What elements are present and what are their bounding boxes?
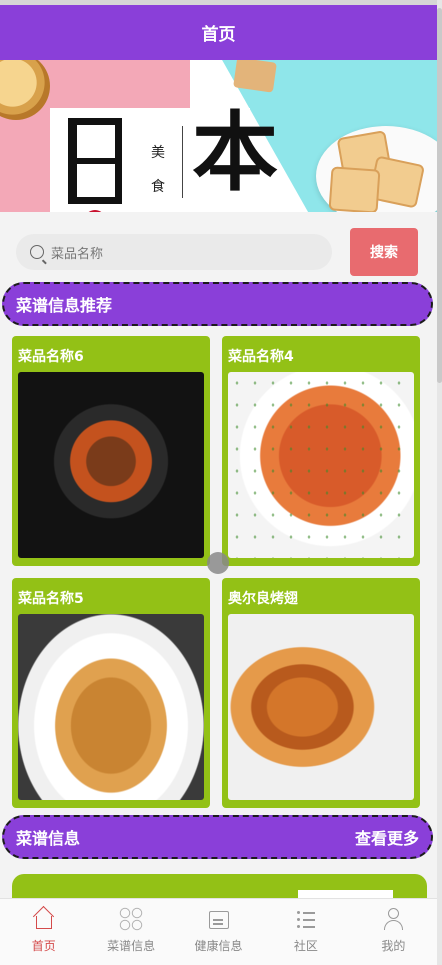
calendar-icon [207,907,231,931]
recipe-image [228,372,414,558]
touch-indicator [207,552,229,574]
section-header-recommend: 菜谱信息推荐 [2,282,433,326]
search-button[interactable]: 搜索 [350,228,418,276]
search-icon [30,245,44,259]
tab-label: 健康信息 [194,939,243,953]
recipe-image [228,614,414,800]
user-icon [381,907,405,931]
recipe-name: 菜品名称6 [18,349,84,365]
scrollbar-thumb[interactable] [437,8,442,383]
section-header-recipes: 菜谱信息 查看更多 [2,815,433,859]
tab-health[interactable]: 健康信息 [175,899,262,965]
banner-sun-character-bar [68,158,122,164]
banner-vertical-text: 美食 [151,145,165,195]
section-title: 菜谱信息推荐 [16,296,113,315]
recipe-card[interactable]: 奥尔良烤翅 [222,578,420,808]
recipe-name: 菜品名称4 [228,349,294,365]
view-more-link[interactable]: 查看更多 [355,825,419,849]
recipe-name: 奥尔良烤翅 [228,591,298,607]
grid-icon [119,907,144,931]
home-icon [32,907,56,931]
tab-community[interactable]: 社区 [262,899,349,965]
tab-label: 菜谱信息 [107,939,156,953]
recipe-card[interactable]: 菜品名称5 [12,578,210,808]
scrollbar[interactable] [437,0,442,965]
tab-profile[interactable]: 我的 [350,899,437,965]
banner-big-character: 本 [192,102,278,203]
search-placeholder: 菜品名称 [51,246,104,262]
top-navigation-bar: 首页 [0,5,437,60]
tab-label: 我的 [381,939,406,953]
tab-label: 社区 [293,939,318,953]
list-icon [294,907,318,931]
page-title: 首页 [201,25,236,45]
recipe-image [18,372,204,558]
tab-label: 首页 [31,939,56,953]
recipe-image [18,614,204,800]
section-title: 菜谱信息 [16,829,81,848]
recipe-card[interactable]: 菜品名称4 [222,336,420,566]
search-bar: 菜品名称 搜索 [16,228,421,276]
recipe-name: 菜品名称5 [18,591,84,607]
tab-home[interactable]: 首页 [0,899,87,965]
search-input[interactable]: 菜品名称 [16,234,332,270]
toast-image [233,60,277,93]
image-texture [228,372,414,558]
bottom-tab-bar: 首页 菜谱信息 健康信息 社区 我的 [0,898,437,965]
banner-divider-line [182,126,183,198]
app-screen: 首页 美食 本 菜品名称 搜索 菜谱信息推荐 菜品名称6 菜品名称4 菜品名称5… [0,0,437,965]
biscuit-image [328,166,381,212]
banner-carousel[interactable]: 美食 本 [0,60,437,212]
recipe-card[interactable]: 菜品名称6 [12,336,210,566]
tab-recipes[interactable]: 菜谱信息 [87,899,174,965]
